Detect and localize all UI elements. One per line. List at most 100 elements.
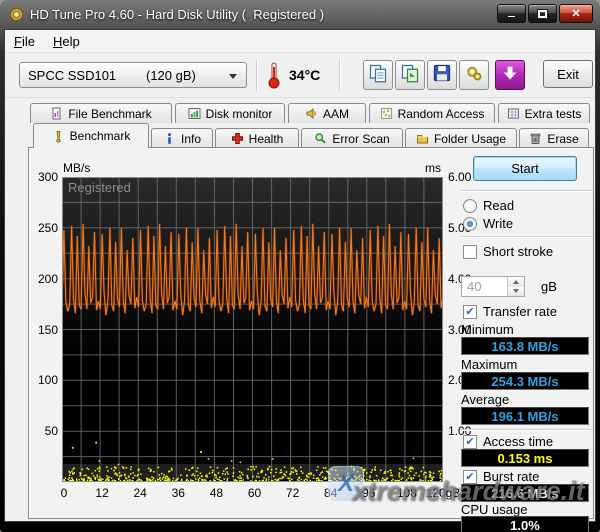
toolbar-separator (339, 59, 341, 91)
options-button[interactable] (459, 60, 489, 90)
short-stroke-checkbox[interactable]: Short stroke (463, 244, 553, 259)
access-time-checkbox-box[interactable] (463, 435, 477, 449)
access-time-label: Access time (483, 434, 553, 449)
separator (460, 190, 593, 192)
short-stroke-checkbox-box[interactable] (463, 245, 477, 259)
tab-label: Extra tests (525, 107, 582, 121)
tab-label: Health (249, 132, 284, 146)
tab-label: Benchmark (70, 129, 131, 143)
access-time-checkbox[interactable]: Access time (463, 434, 553, 449)
thermometer-icon (264, 61, 284, 89)
maximize-icon (538, 10, 547, 18)
close-icon: ✕ (571, 7, 580, 20)
tab-random-access[interactable]: Random Access (369, 103, 495, 123)
tab-label: Error Scan (332, 132, 389, 146)
axis-tick-label: 150 (31, 323, 58, 337)
read-radio-label: Read (483, 198, 514, 213)
read-radio-circle[interactable] (463, 199, 477, 213)
write-radio[interactable]: Write (463, 216, 513, 231)
axis-tick-label: 50 (31, 424, 58, 438)
stepper-up-button[interactable] (508, 277, 524, 287)
minimize-button[interactable] (497, 4, 526, 23)
minimum-value: 163.8 MB/s (461, 337, 589, 355)
tab-disk-monitor[interactable]: Disk monitor (175, 103, 285, 123)
drive-model: SPCC SSD101 (28, 68, 146, 83)
toolbar: SPCC SSD101 (120 gB) 34°C Exit (5, 54, 595, 98)
average-label: Average (461, 392, 509, 407)
magnifier-icon (314, 132, 327, 145)
tab-extra-tests[interactable]: Extra tests (498, 103, 590, 123)
up-arrow-icon (513, 280, 519, 284)
transfer-rate-checkbox-box[interactable] (463, 305, 477, 319)
start-button[interactable]: Start (473, 156, 577, 181)
transfer-rate-checkbox[interactable]: Transfer rate (463, 304, 557, 319)
page-bench-icon (50, 107, 63, 120)
burst-rate-checkbox[interactable]: Burst rate (463, 469, 539, 484)
maximize-button[interactable] (528, 4, 557, 23)
copy-image-button[interactable] (395, 60, 425, 90)
tab-error-scan[interactable]: Error Scan (301, 128, 403, 148)
tab-row-secondary: File Benchmark Disk monitor AAM Random Acce… (30, 103, 590, 124)
close-button[interactable]: ✕ (559, 4, 593, 23)
stepper-down-button[interactable] (508, 287, 524, 297)
tab-info[interactable]: Info (151, 128, 213, 148)
tab-row-primary: Benchmark Info Health Error Scan Folder Usag… (33, 123, 589, 148)
menu-item-file[interactable]: File (5, 30, 44, 52)
exit-button[interactable]: Exit (543, 60, 593, 88)
drive-size: (120 gB) (146, 68, 196, 83)
toolbar-separator (256, 59, 258, 91)
tab-aam[interactable]: AAM (288, 103, 366, 123)
benchmark-tab-page: MB/s ms 30025020015010050 6.005.004.003.… (28, 147, 594, 519)
short-stroke-unit: gB (541, 279, 557, 294)
burst-rate-value: 216.6 MB/s (461, 484, 589, 502)
short-stroke-value[interactable]: 40 (462, 277, 507, 296)
tab-label: File Benchmark (68, 107, 151, 121)
read-radio[interactable]: Read (463, 198, 514, 213)
window-client-area: FileHelp SPCC SSD101 (120 gB) 34°C Exit … (4, 29, 596, 522)
save-icon (432, 63, 452, 88)
tab-label: Erase (547, 132, 578, 146)
exclam-icon (52, 130, 65, 143)
tab-health[interactable]: Health (215, 128, 299, 148)
folder-icon (416, 132, 429, 145)
copy-button[interactable] (363, 60, 393, 90)
save-button[interactable] (427, 60, 457, 90)
trash-icon (529, 132, 542, 145)
cpu-usage-label: CPU usage (461, 502, 527, 517)
menu-bar: FileHelp (5, 30, 595, 53)
copy-image-icon (400, 63, 420, 88)
burst-rate-checkbox-box[interactable] (463, 470, 477, 484)
down-arrow-icon (500, 63, 520, 88)
drive-select-dropdown[interactable]: SPCC SSD101 (120 gB) (19, 62, 247, 88)
registered-watermark: Registered (68, 180, 131, 195)
tab-label: Info (181, 132, 201, 146)
minimum-label: Minimum (461, 322, 514, 337)
update-button[interactable] (495, 60, 525, 90)
tab-erase[interactable]: Erase (519, 128, 589, 148)
axis-tick-label: 200 (31, 272, 58, 286)
benchmark-chart: Registered (62, 177, 443, 482)
write-radio-label: Write (483, 216, 513, 231)
window-title: HD Tune Pro 4.60 - Hard Disk Utility ( R… (30, 7, 324, 22)
cpu-usage-value: 1.0% (461, 516, 589, 532)
temperature-value: 34°C (289, 67, 320, 83)
separator (460, 429, 593, 431)
maximum-value: 254.3 MB/s (461, 372, 589, 390)
stepper-arrows (507, 277, 524, 296)
menu-item-help[interactable]: Help (44, 30, 89, 52)
axis-tick-label: 300 (31, 170, 58, 184)
access-time-value: 0.153 ms (461, 449, 589, 467)
gears-icon (464, 63, 484, 88)
write-radio-circle[interactable] (463, 217, 477, 231)
maximum-label: Maximum (461, 357, 517, 372)
short-stroke-stepper[interactable]: 40 (461, 276, 525, 297)
axis-tick-label: 120gB (421, 486, 465, 500)
info-i-icon (163, 132, 176, 145)
tab-benchmark[interactable]: Benchmark (33, 123, 149, 148)
short-stroke-label: Short stroke (483, 244, 553, 259)
tab-file-benchmark[interactable]: File Benchmark (30, 103, 172, 123)
tab-label: AAM (323, 107, 349, 121)
tab-folder-usage[interactable]: Folder Usage (405, 128, 517, 148)
copy-icon (368, 63, 388, 88)
minimize-icon (507, 15, 516, 18)
